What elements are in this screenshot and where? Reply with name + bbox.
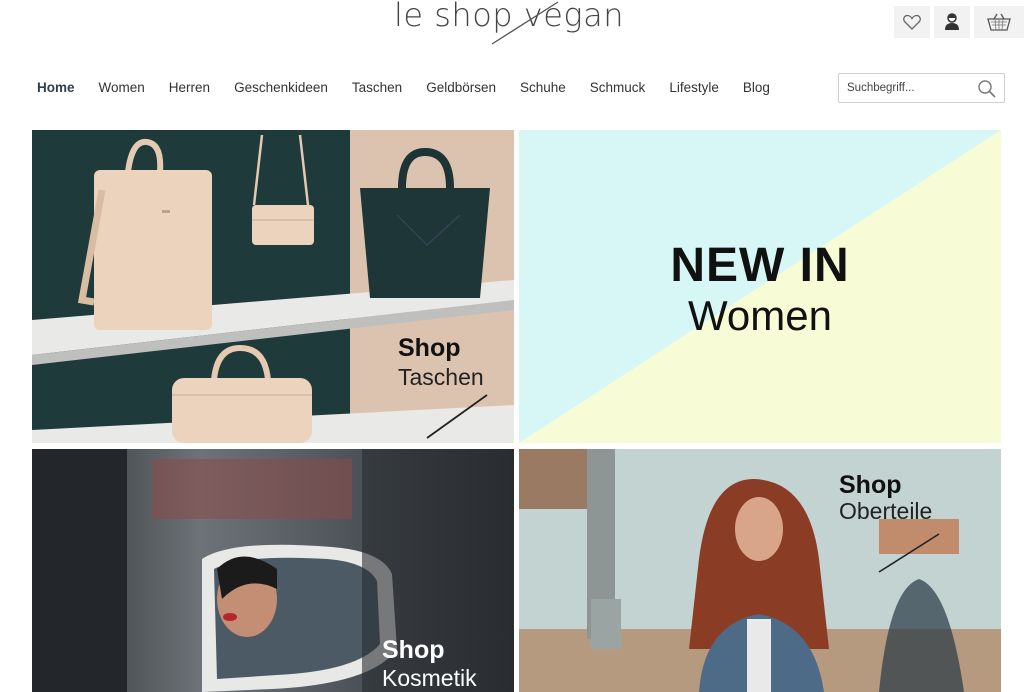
oberteile-caption-title: Oberteile xyxy=(839,498,933,524)
nav-item-herren[interactable]: Herren xyxy=(169,80,210,95)
logo-slash xyxy=(491,1,559,45)
wishlist-button[interactable] xyxy=(894,6,930,38)
search-input[interactable] xyxy=(839,75,969,101)
kosmetik-caption-shop: Shop xyxy=(382,636,445,664)
nav-item-geschenkideen[interactable]: Geschenkideen xyxy=(234,80,328,95)
taschen-caption-title: Taschen xyxy=(398,364,484,390)
nav-item-home[interactable]: Home xyxy=(37,80,75,95)
nav-item-geldboersen[interactable]: Geldbörsen xyxy=(426,80,496,95)
nav-item-schmuck[interactable]: Schmuck xyxy=(590,80,646,95)
new-in-heading: NEW IN xyxy=(670,239,850,292)
promo-tile-taschen[interactable]: Shop Taschen xyxy=(32,130,514,443)
nav-item-taschen[interactable]: Taschen xyxy=(352,80,402,95)
promo-tile-kosmetik[interactable]: Shop Kosmetik xyxy=(32,449,514,692)
nav-item-schuhe[interactable]: Schuhe xyxy=(520,80,566,95)
site-logo[interactable]: le shop vegan xyxy=(390,0,650,46)
search-box xyxy=(838,73,1005,103)
header-icons xyxy=(894,6,1024,38)
nav-item-lifestyle[interactable]: Lifestyle xyxy=(669,80,719,95)
heart-icon xyxy=(903,14,921,30)
account-button[interactable] xyxy=(934,6,970,38)
basket-icon xyxy=(987,13,1011,31)
taschen-caption-shop: Shop xyxy=(398,334,461,362)
promo-tile-oberteile[interactable]: Shop Oberteile xyxy=(519,449,1001,692)
woman-wall-photo xyxy=(519,449,1001,692)
oberteile-caption-shop: Shop xyxy=(839,471,902,499)
bags-photo xyxy=(32,130,514,443)
main-navigation: Home Women Herren Geschenkideen Taschen … xyxy=(37,80,794,95)
nav-item-women[interactable]: Women xyxy=(99,80,145,95)
nav-item-blog[interactable]: Blog xyxy=(743,80,770,95)
new-in-subheading: Women xyxy=(688,292,832,339)
promo-tile-new-in-women[interactable]: NEW IN Women xyxy=(519,130,1001,443)
basket-button[interactable] xyxy=(974,6,1024,38)
search-icon[interactable] xyxy=(977,79,997,99)
user-icon xyxy=(945,13,959,30)
kosmetik-caption-title: Kosmetik xyxy=(382,665,477,691)
